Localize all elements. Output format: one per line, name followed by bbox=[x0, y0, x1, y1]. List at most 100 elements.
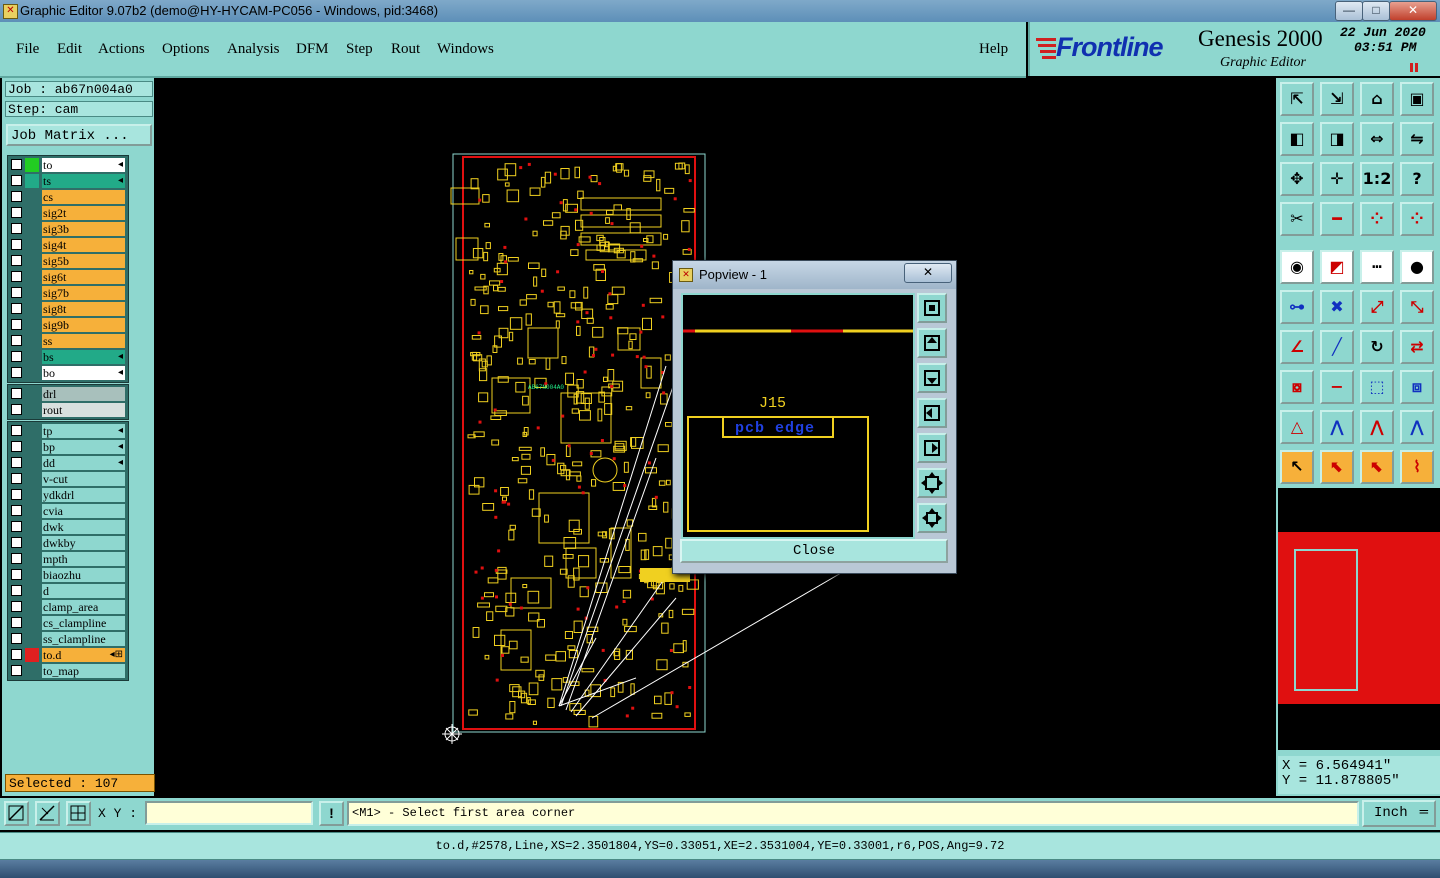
layer-status-indicator[interactable] bbox=[25, 488, 39, 502]
layer-checkbox[interactable] bbox=[11, 404, 22, 415]
select-button[interactable]: ⬉ bbox=[1320, 450, 1354, 484]
layer-row[interactable]: tp ◂ bbox=[8, 424, 126, 438]
center-button[interactable]: ✛ bbox=[1320, 162, 1354, 196]
layer-row[interactable]: ss bbox=[8, 334, 126, 348]
layer-row[interactable]: cs bbox=[8, 190, 126, 204]
layer-status-indicator[interactable] bbox=[25, 206, 39, 220]
layer-row[interactable]: dd ◂ bbox=[8, 456, 126, 470]
layer-name[interactable]: rout bbox=[42, 403, 125, 417]
layer-name[interactable]: d bbox=[42, 584, 125, 598]
layer-row[interactable]: d bbox=[8, 584, 126, 598]
delete-button[interactable]: ✖ bbox=[1320, 290, 1354, 324]
layer-status-indicator[interactable] bbox=[25, 158, 39, 172]
layer-row[interactable]: bs ◂ bbox=[8, 350, 126, 364]
ratio-button[interactable]: ⇔ bbox=[1360, 122, 1394, 156]
layer-status-indicator[interactable] bbox=[25, 403, 39, 417]
layer-status-indicator[interactable] bbox=[25, 616, 39, 630]
layer-name[interactable]: sig5b bbox=[42, 254, 125, 268]
layer-row[interactable]: sig8t bbox=[8, 302, 126, 316]
layer-row[interactable]: mpth bbox=[8, 552, 126, 566]
scale-button[interactable]: 1:2 bbox=[1360, 162, 1394, 196]
layer-checkbox[interactable] bbox=[11, 207, 22, 218]
snap-button[interactable]: ⇋ bbox=[1400, 122, 1434, 156]
layer-row[interactable]: clamp_area bbox=[8, 600, 126, 614]
close-button[interactable]: ✕ bbox=[1389, 1, 1437, 21]
layer-status-indicator[interactable] bbox=[25, 302, 39, 316]
layer-row[interactable]: ts ◂ bbox=[8, 174, 126, 188]
layer-name[interactable]: sig2t bbox=[42, 206, 125, 220]
layer-row[interactable]: sig7b bbox=[8, 286, 126, 300]
layer-status-indicator[interactable] bbox=[25, 584, 39, 598]
layer-checkbox[interactable] bbox=[11, 649, 22, 660]
layer-row[interactable]: dwkby bbox=[8, 536, 126, 550]
pan-right-button[interactable]: ◨ bbox=[1320, 122, 1354, 156]
popview-title-bar[interactable]: ✕ Popview - 1 ✕ bbox=[673, 261, 956, 289]
layer-checkbox[interactable] bbox=[11, 239, 22, 250]
layer-name[interactable]: to ◂ bbox=[42, 158, 125, 172]
layer-status-indicator[interactable] bbox=[25, 504, 39, 518]
layer-row[interactable]: to.d ◂⊞ bbox=[8, 648, 126, 662]
layer-status-indicator[interactable] bbox=[25, 286, 39, 300]
pause-icon[interactable] bbox=[1410, 60, 1418, 72]
help-button[interactable]: ? bbox=[1400, 162, 1434, 196]
route-button[interactable]: ⌇ bbox=[1400, 450, 1434, 484]
pointer-button[interactable]: ↖ bbox=[1280, 450, 1314, 484]
grid-snap-button[interactable] bbox=[66, 801, 91, 826]
layer-checkbox[interactable] bbox=[11, 191, 22, 202]
layer-row[interactable]: ydkdrl bbox=[8, 488, 126, 502]
layer-status-indicator[interactable] bbox=[25, 318, 39, 332]
minimize-button[interactable]: — bbox=[1335, 1, 1363, 21]
triangle-button[interactable]: △ bbox=[1280, 410, 1314, 444]
layer-row[interactable]: sig5b bbox=[8, 254, 126, 268]
layer-name[interactable]: to.d ◂⊞ bbox=[42, 648, 125, 662]
layer-name[interactable]: ydkdrl bbox=[42, 488, 125, 502]
job-matrix-button[interactable]: Job Matrix ... bbox=[6, 124, 152, 146]
layer-row[interactable]: drl bbox=[8, 387, 126, 401]
menu-step[interactable]: Step bbox=[346, 41, 373, 58]
layer-checkbox[interactable] bbox=[11, 521, 22, 532]
layer-row[interactable]: biaozhu bbox=[8, 568, 126, 582]
maximize-button[interactable]: □ bbox=[1362, 1, 1390, 21]
arrow-up-button[interactable]: ⋀ bbox=[1360, 410, 1394, 444]
arrow-cross-button[interactable]: ⋀ bbox=[1400, 410, 1434, 444]
layer-status-indicator[interactable] bbox=[25, 456, 39, 470]
layer-name[interactable]: sig8t bbox=[42, 302, 125, 316]
layer-row[interactable]: ss_clampline bbox=[8, 632, 126, 646]
layer-checkbox[interactable] bbox=[11, 255, 22, 266]
layer-checkbox[interactable] bbox=[11, 175, 22, 186]
layer-name[interactable]: v-cut bbox=[42, 472, 125, 486]
layer-checkbox[interactable] bbox=[11, 388, 22, 399]
pattern-button[interactable]: ⧇ bbox=[1280, 370, 1314, 404]
layer-status-indicator[interactable] bbox=[25, 520, 39, 534]
layer-checkbox[interactable] bbox=[11, 665, 22, 676]
layer-checkbox[interactable] bbox=[11, 617, 22, 628]
layer-name[interactable]: ss_clampline bbox=[42, 632, 125, 646]
layer-checkbox[interactable] bbox=[11, 303, 22, 314]
layer-checkbox[interactable] bbox=[11, 489, 22, 500]
layer-status-indicator[interactable] bbox=[25, 632, 39, 646]
layer-name[interactable]: dwkby bbox=[42, 536, 125, 550]
layer-status-indicator[interactable] bbox=[25, 440, 39, 454]
layer-name[interactable]: cvia bbox=[42, 504, 125, 518]
popview-pan-left-button[interactable] bbox=[917, 398, 947, 428]
layer-name[interactable]: cs bbox=[42, 190, 125, 204]
layer-status-indicator[interactable] bbox=[25, 552, 39, 566]
layer-name[interactable]: sig6t bbox=[42, 270, 125, 284]
layer-status-indicator[interactable] bbox=[25, 174, 39, 188]
pad-tool-button[interactable]: ● bbox=[1400, 250, 1434, 284]
layer-checkbox[interactable] bbox=[11, 537, 22, 548]
dimension-button[interactable]: ⬚ bbox=[1360, 370, 1394, 404]
layer-status-indicator[interactable] bbox=[25, 222, 39, 236]
fit-button[interactable]: ✥ bbox=[1280, 162, 1314, 196]
menu-options[interactable]: Options bbox=[162, 41, 210, 58]
popview-close-button[interactable]: Close bbox=[680, 539, 948, 563]
layer-row[interactable]: v-cut bbox=[8, 472, 126, 486]
layer-checkbox[interactable] bbox=[11, 319, 22, 330]
slash-button[interactable]: ╱ bbox=[1320, 330, 1354, 364]
rotate-button[interactable]: ↻ bbox=[1360, 330, 1394, 364]
layer-name[interactable]: sig9b bbox=[42, 318, 125, 332]
layer-checkbox[interactable] bbox=[11, 601, 22, 612]
layer-row[interactable]: cvia bbox=[8, 504, 126, 518]
ruler-button[interactable]: ✂ bbox=[1280, 202, 1314, 236]
measure-button[interactable]: ━ bbox=[1320, 202, 1354, 236]
